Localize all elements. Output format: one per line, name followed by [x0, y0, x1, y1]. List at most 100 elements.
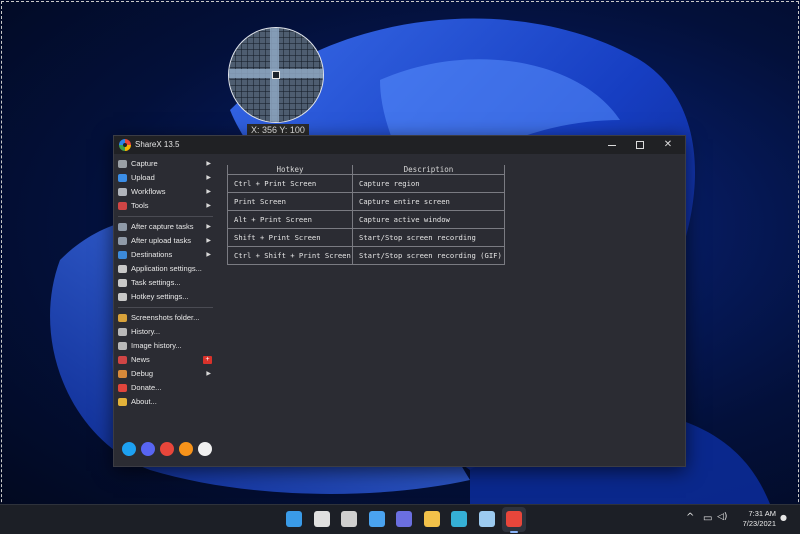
destinations-icon: [118, 251, 127, 259]
main-menu: Capture ▶ Upload ▶ Workflows ▶ Tools ▶ After ca…: [116, 157, 213, 409]
menu-item-destinations[interactable]: Destinations ▶: [116, 248, 213, 262]
search-icon[interactable]: [313, 511, 330, 527]
discord-icon[interactable]: [141, 442, 155, 456]
history-icon: [118, 328, 127, 336]
menu-item-label: Tools: [131, 201, 149, 210]
menu-item-label: Upload: [131, 173, 155, 182]
table-row[interactable]: Shift + Print Screen Start/Stop screen re…: [227, 228, 505, 247]
menu-item-label: Task settings...: [131, 278, 181, 287]
menu-item-screenshots-folder[interactable]: Screenshots folder...: [116, 311, 213, 325]
wrench-icon: [118, 265, 127, 273]
capture-icon: [118, 160, 127, 168]
menu-item-after-upload-tasks[interactable]: After upload tasks ▶: [116, 234, 213, 248]
menu-group-misc: Screenshots folder... History... Image his…: [116, 311, 213, 409]
menu-item-hotkey-settings[interactable]: Hotkey settings...: [116, 290, 213, 304]
description-cell: Capture entire screen: [352, 192, 505, 211]
hotkey-table: Hotkey Description Ctrl + Print Screen Ca…: [227, 165, 505, 265]
submenu-arrow-icon: ▶: [206, 203, 211, 209]
table-row[interactable]: Alt + Print Screen Capture active window: [227, 210, 505, 229]
menu-item-workflows[interactable]: Workflows ▶: [116, 185, 213, 199]
chevron-up-icon[interactable]: ^: [686, 512, 694, 523]
description-cell: Capture active window: [352, 210, 505, 229]
system-clock[interactable]: 7:31 AM 7/23/2021: [732, 509, 776, 529]
clock-time: 7:31 AM: [748, 509, 776, 518]
twitter-icon[interactable]: [122, 442, 136, 456]
description-cell: Start/Stop screen recording (GIF): [352, 246, 505, 265]
news-badge: +: [203, 356, 212, 364]
table-row[interactable]: Ctrl + Shift + Print Screen Start/Stop sc…: [227, 246, 505, 265]
close-button[interactable]: ✕: [654, 136, 682, 154]
maximize-button[interactable]: [626, 136, 654, 154]
menu-item-label: Image history...: [131, 341, 182, 350]
menu-item-label: Workflows: [131, 187, 166, 196]
menu-item-label: Screenshots folder...: [131, 313, 200, 322]
menu-item-tools[interactable]: Tools ▶: [116, 199, 213, 213]
table-row[interactable]: Ctrl + Print Screen Capture region: [227, 174, 505, 193]
menu-item-capture[interactable]: Capture ▶: [116, 157, 213, 171]
display-icon[interactable]: ▭: [703, 513, 712, 524]
menu-item-news[interactable]: News +: [116, 353, 213, 367]
menu-item-history[interactable]: History...: [116, 325, 213, 339]
sharex-logo-icon: [119, 139, 131, 151]
column-header-hotkey: Hotkey: [227, 165, 353, 175]
submenu-arrow-icon: ▶: [206, 238, 211, 244]
submenu-arrow-icon: ▶: [206, 189, 211, 195]
menu-item-label: Destinations: [131, 250, 173, 259]
workflows-icon: [118, 188, 127, 196]
patreon-icon[interactable]: [160, 442, 174, 456]
sharex-icon[interactable]: [506, 511, 522, 527]
menu-item-label: History...: [131, 327, 161, 336]
crown-icon: [118, 398, 127, 406]
magnifier-loupe: [228, 27, 324, 123]
hotkey-cell: Ctrl + Shift + Print Screen: [227, 246, 353, 265]
heart-icon: [118, 384, 127, 392]
hotkey-cell: Ctrl + Print Screen: [227, 174, 353, 193]
submenu-arrow-icon: ▶: [206, 161, 211, 167]
submenu-arrow-icon: ▶: [206, 224, 211, 230]
notification-icon[interactable]: ●: [780, 513, 787, 522]
edge-icon[interactable]: [451, 511, 467, 527]
description-cell: Start/Stop screen recording: [352, 228, 505, 247]
menu-separator: [118, 307, 213, 308]
minimize-button[interactable]: [598, 136, 626, 154]
menu-item-label: Application settings...: [131, 264, 202, 273]
github-icon[interactable]: [198, 442, 212, 456]
keyboard-icon: [118, 293, 127, 301]
hotkey-cell: Alt + Print Screen: [227, 210, 353, 229]
upload-icon: [118, 174, 127, 182]
menu-item-label: After capture tasks: [131, 222, 194, 231]
menu-item-donate[interactable]: Donate...: [116, 381, 213, 395]
bitcoin-icon[interactable]: [179, 442, 193, 456]
menu-item-task-settings[interactable]: Task settings...: [116, 276, 213, 290]
hotkey-table-header: Hotkey Description: [227, 165, 505, 175]
image-history-icon: [118, 342, 127, 350]
store-icon[interactable]: [478, 511, 495, 527]
menu-group-tasks: After capture tasks ▶ After upload tasks ▶ D…: [116, 220, 213, 304]
task-view-icon[interactable]: [341, 511, 357, 527]
description-cell: Capture region: [352, 174, 505, 193]
minimize-icon: [608, 145, 616, 146]
menu-item-debug[interactable]: Debug ▶: [116, 367, 213, 381]
teams-chat-icon[interactable]: [396, 511, 412, 527]
hotkey-cell: Print Screen: [227, 192, 353, 211]
menu-item-after-capture-tasks[interactable]: After capture tasks ▶: [116, 220, 213, 234]
menu-item-label: After upload tasks: [131, 236, 192, 245]
title-bar[interactable]: ShareX 13.5 ✕: [114, 136, 685, 154]
menu-item-label: Capture: [131, 159, 158, 168]
file-explorer-icon[interactable]: [423, 511, 440, 527]
after-upload-icon: [118, 237, 127, 245]
table-row[interactable]: Print Screen Capture entire screen: [227, 192, 505, 211]
menu-item-application-settings[interactable]: Application settings...: [116, 262, 213, 276]
volume-icon[interactable]: ◁): [717, 512, 727, 522]
menu-item-upload[interactable]: Upload ▶: [116, 171, 213, 185]
gear-icon: [118, 279, 127, 287]
menu-item-about[interactable]: About...: [116, 395, 213, 409]
widgets-icon[interactable]: [368, 511, 385, 527]
menu-item-label: About...: [131, 397, 157, 406]
menu-separator: [118, 216, 213, 217]
sharex-main-window[interactable]: ShareX 13.5 ✕ Capture ▶ Upload ▶ Workflows ▶ T…: [113, 135, 686, 467]
start-icon[interactable]: [286, 511, 302, 527]
menu-item-image-history[interactable]: Image history...: [116, 339, 213, 353]
window-title: ShareX 13.5: [135, 140, 180, 149]
menu-item-label: Debug: [131, 369, 154, 378]
